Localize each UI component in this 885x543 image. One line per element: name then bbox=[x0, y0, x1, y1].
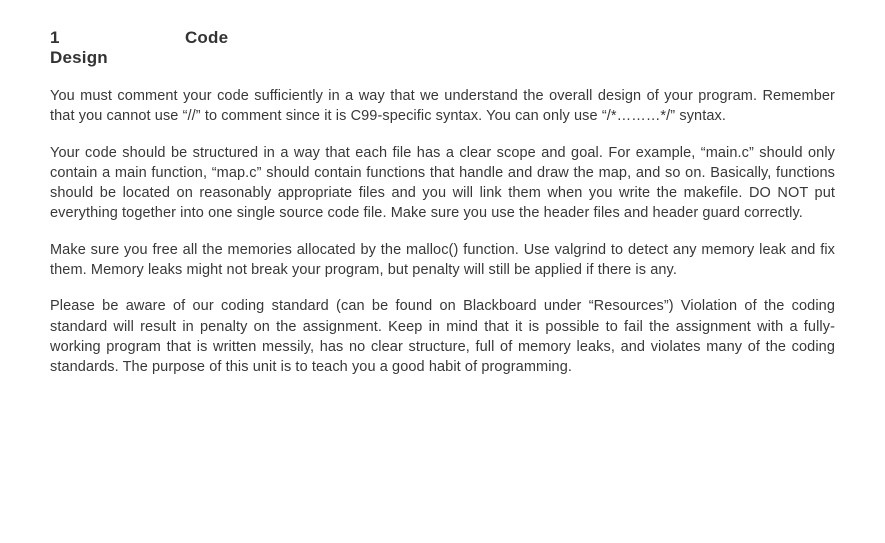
section-heading: 1 Code Design bbox=[50, 28, 835, 68]
heading-line-1: 1 Code bbox=[50, 28, 835, 48]
heading-word-design: Design bbox=[50, 48, 108, 67]
paragraph-4: Please be aware of our coding standard (… bbox=[50, 296, 835, 377]
heading-line-2: Design bbox=[50, 48, 835, 68]
paragraph-3: Make sure you free all the memories allo… bbox=[50, 240, 835, 281]
section-number: 1 bbox=[50, 28, 180, 48]
heading-word-code: Code bbox=[185, 28, 228, 48]
paragraph-2: Your code should be structured in a way … bbox=[50, 143, 835, 224]
paragraph-1: You must comment your code sufficiently … bbox=[50, 86, 835, 127]
